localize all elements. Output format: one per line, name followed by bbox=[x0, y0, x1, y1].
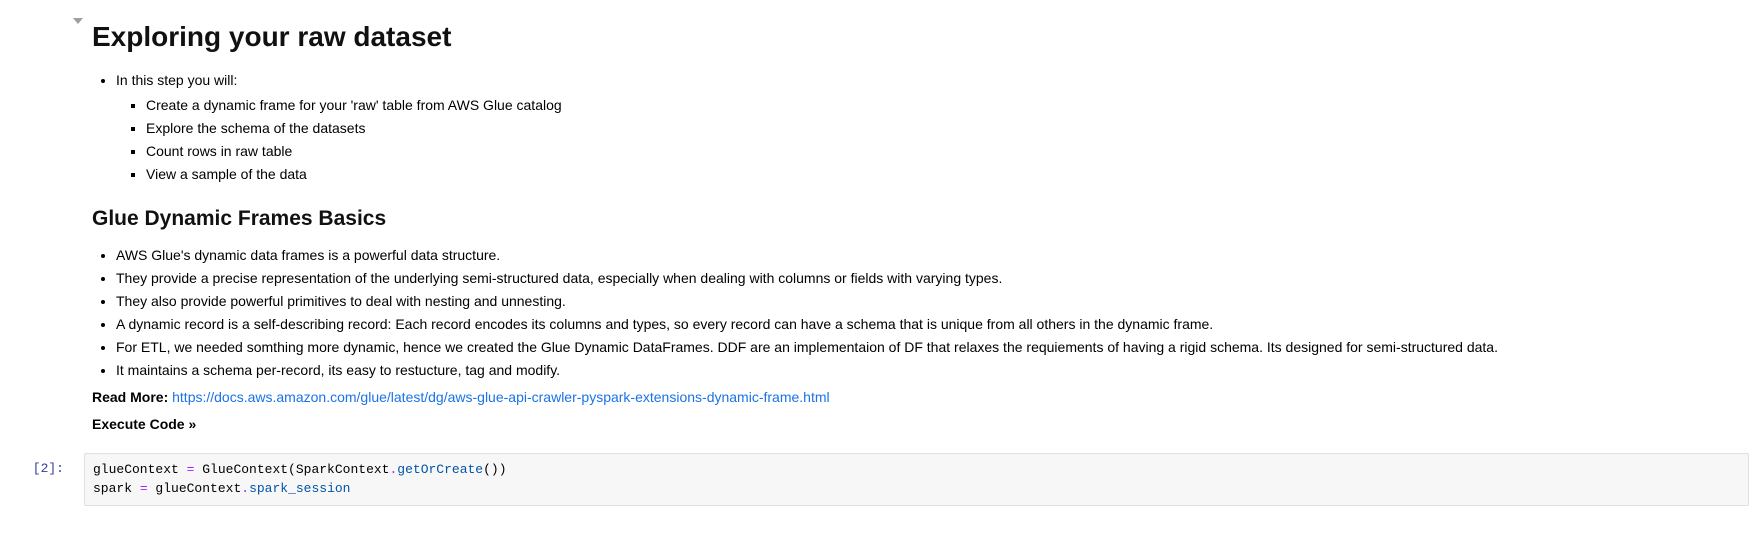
code-text: = bbox=[140, 481, 148, 496]
chevron-down-icon bbox=[73, 18, 83, 24]
cell-collapser-spacer bbox=[72, 453, 84, 463]
execute-code-text: Execute Code » bbox=[92, 416, 196, 432]
read-more-link[interactable]: https://docs.aws.amazon.com/glue/latest/… bbox=[172, 389, 829, 405]
markdown-content: Exploring your raw dataset In this step … bbox=[84, 8, 1749, 449]
code-text: getOrCreate bbox=[397, 462, 483, 477]
code-text: glueContext bbox=[148, 481, 242, 496]
execute-code-label: Execute Code » bbox=[92, 414, 1741, 435]
intro-list: In this step you will: Create a dynamic … bbox=[92, 70, 1741, 185]
notebook: Exploring your raw dataset In this step … bbox=[0, 0, 1757, 510]
prompt-area bbox=[8, 8, 72, 14]
section-heading: Exploring your raw dataset bbox=[92, 16, 1741, 58]
list-item: It maintains a schema per-record, its ea… bbox=[116, 360, 1741, 381]
input-prompt: [2]: bbox=[8, 453, 72, 479]
code-text: . bbox=[241, 481, 249, 496]
code-text: spark bbox=[93, 481, 140, 496]
list-item: A dynamic record is a self-describing re… bbox=[116, 314, 1741, 335]
cell-collapser[interactable] bbox=[72, 8, 84, 24]
list-item: Create a dynamic frame for your 'raw' ta… bbox=[146, 95, 1741, 116]
list-item: Count rows in raw table bbox=[146, 141, 1741, 162]
code-text: GlueContext(SparkContext bbox=[194, 462, 389, 477]
read-more: Read More: https://docs.aws.amazon.com/g… bbox=[92, 387, 1741, 408]
list-item: View a sample of the data bbox=[146, 164, 1741, 185]
list-item: AWS Glue's dynamic data frames is a powe… bbox=[116, 245, 1741, 266]
list-item: For ETL, we needed somthing more dynamic… bbox=[116, 337, 1741, 358]
intro-text: In this step you will: bbox=[116, 72, 237, 88]
code-text: glueContext bbox=[93, 462, 187, 477]
code-text: ()) bbox=[483, 462, 506, 477]
code-input-area[interactable]: glueContext = GlueContext(SparkContext.g… bbox=[84, 453, 1749, 506]
list-item: In this step you will: Create a dynamic … bbox=[116, 70, 1741, 185]
list-item: They provide a precise representation of… bbox=[116, 268, 1741, 289]
intro-sublist: Create a dynamic frame for your 'raw' ta… bbox=[116, 95, 1741, 185]
basics-list: AWS Glue's dynamic data frames is a powe… bbox=[92, 245, 1741, 381]
list-item: They also provide powerful primitives to… bbox=[116, 291, 1741, 312]
code-cell: [2]: glueContext = GlueContext(SparkCont… bbox=[0, 453, 1757, 510]
subsection-heading: Glue Dynamic Frames Basics bbox=[92, 203, 1741, 235]
list-item: Explore the schema of the datasets bbox=[146, 118, 1741, 139]
read-more-label: Read More: bbox=[92, 389, 172, 405]
markdown-cell: Exploring your raw dataset In this step … bbox=[0, 8, 1757, 453]
code-text: spark_session bbox=[249, 481, 350, 496]
